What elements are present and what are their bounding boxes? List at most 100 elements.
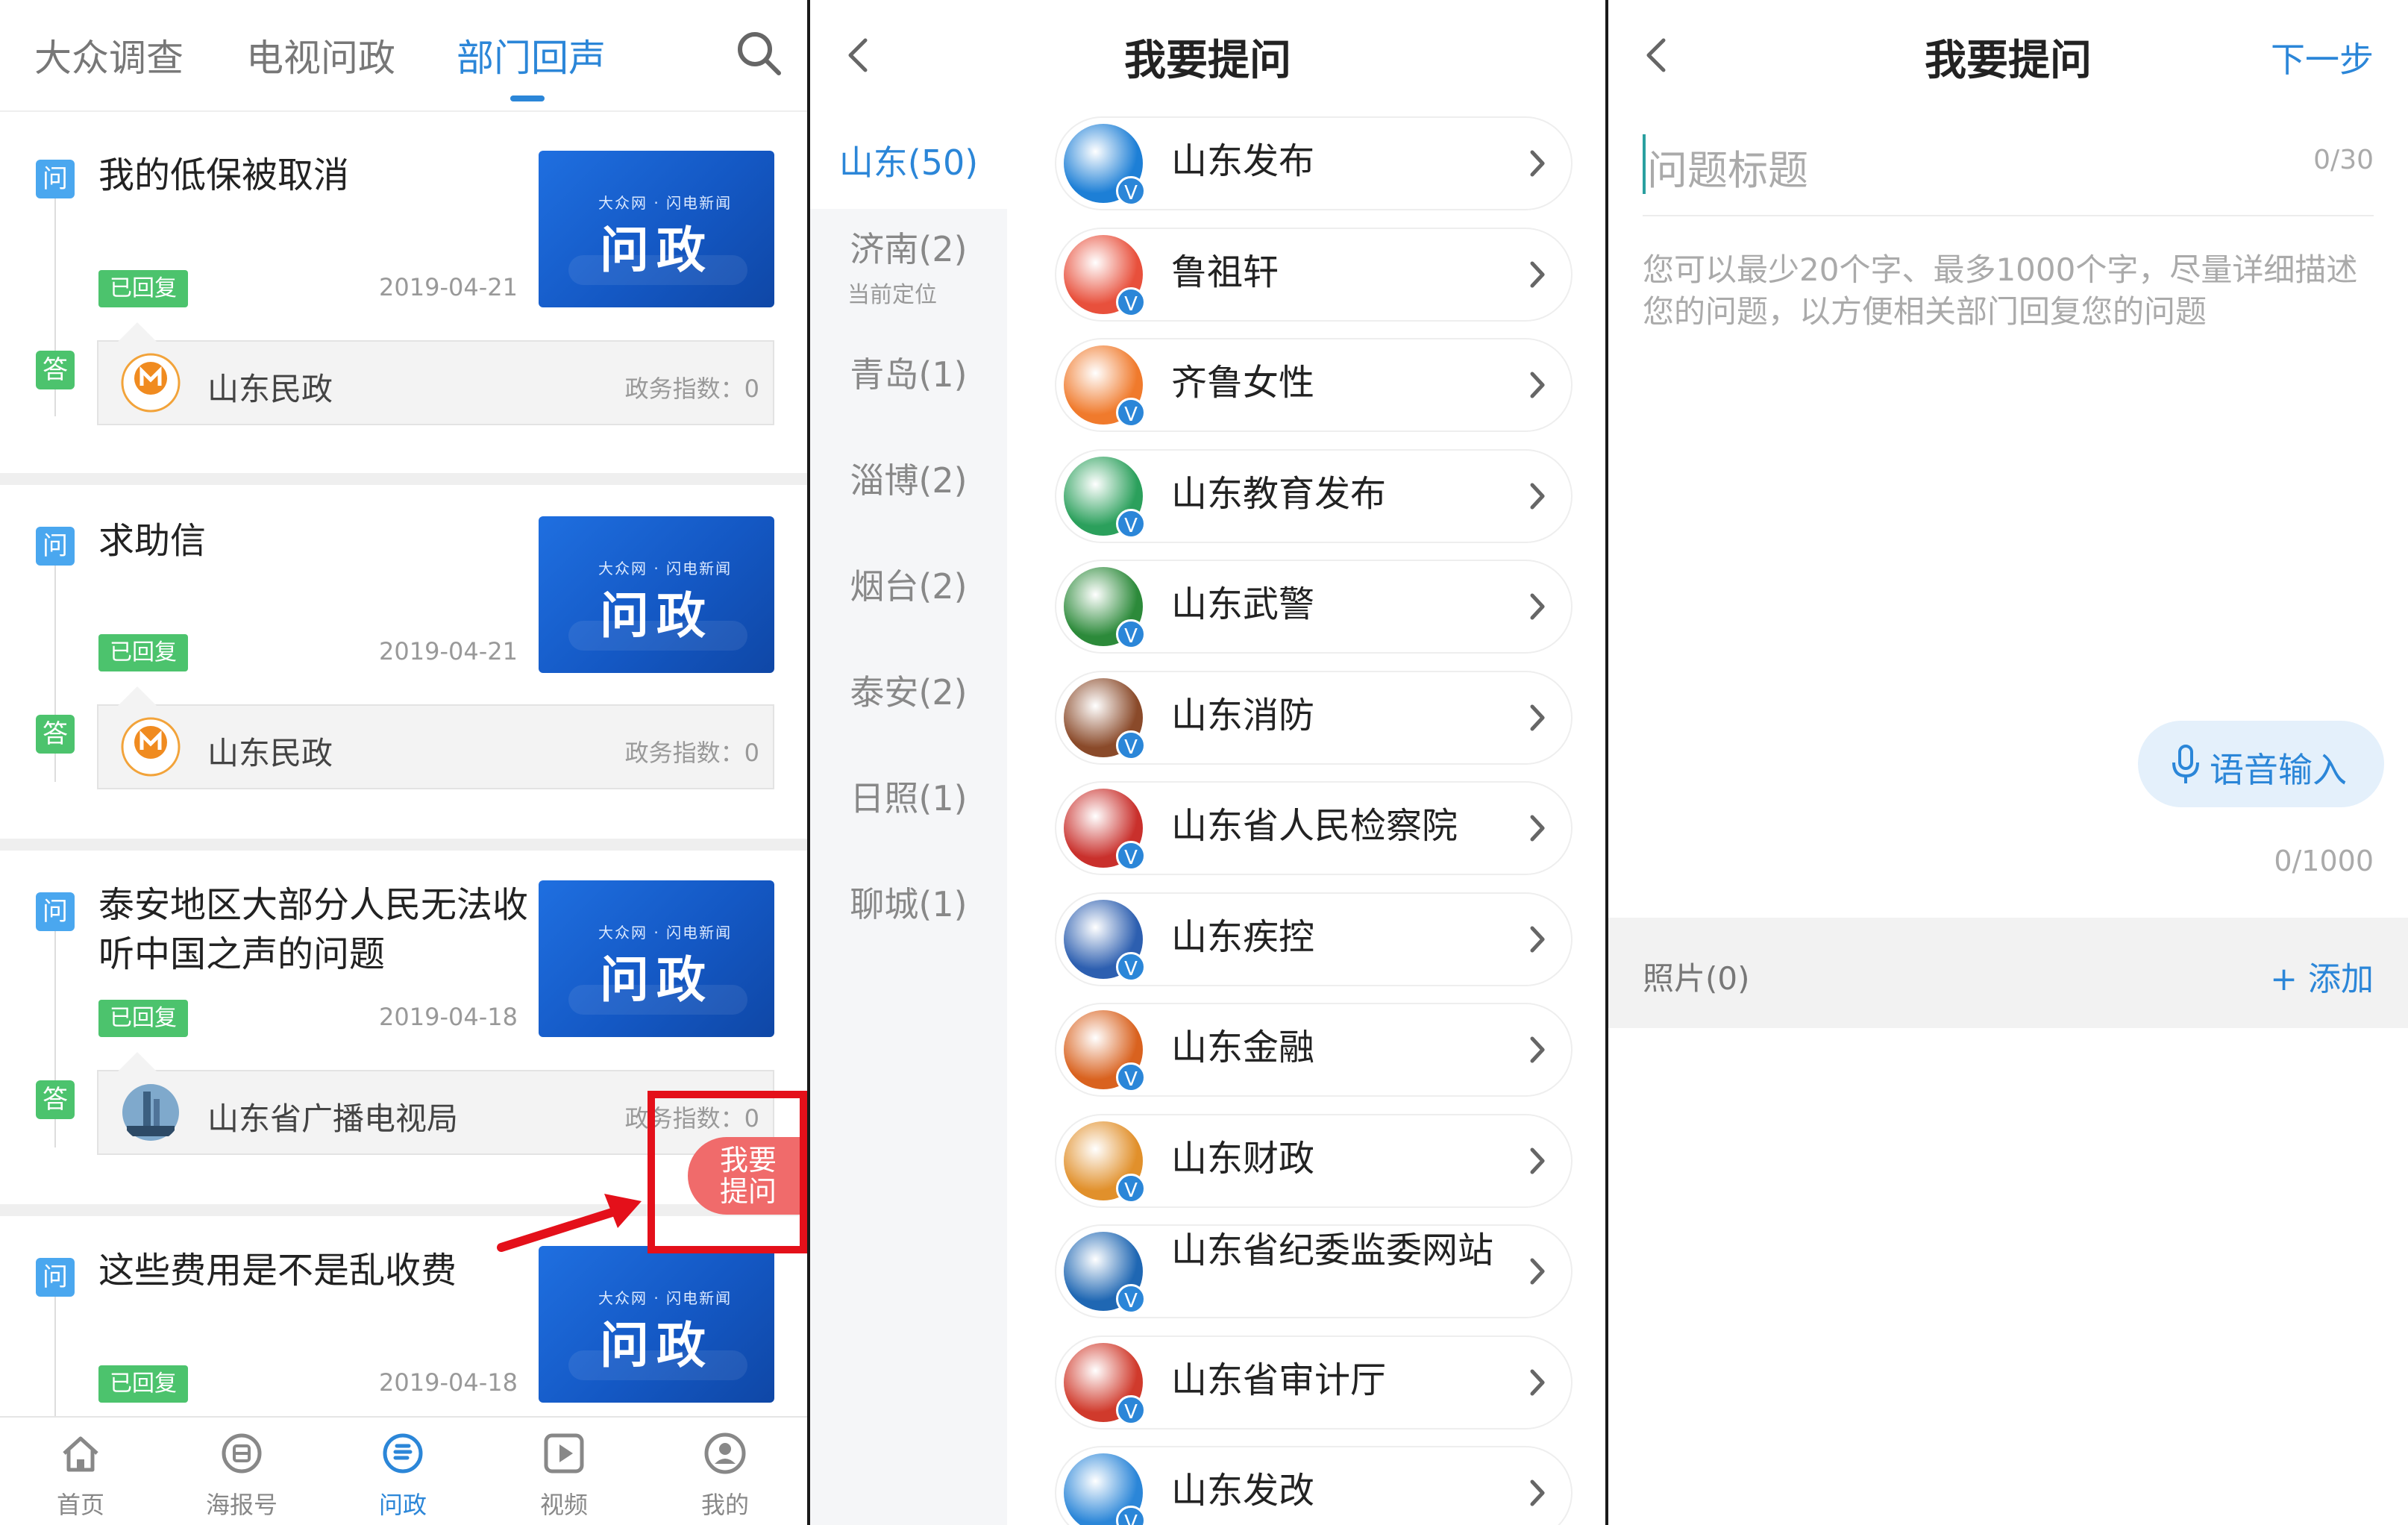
department-item[interactable]: V 山东教育发布	[1056, 451, 1571, 542]
poster-icon	[222, 1433, 262, 1474]
question-date: 2019-04-18	[379, 1368, 518, 1397]
nav-profile[interactable]: 我的	[645, 1418, 806, 1525]
question-thumbnail: 大众网 · 闪电新闻 问政	[539, 151, 774, 307]
chevron-right-icon	[1530, 1147, 1545, 1174]
region-item-liaocheng[interactable]: 聊城(1)	[810, 877, 1007, 927]
question-tag: 问	[36, 160, 75, 198]
photo-count-label: 照片(0)	[1643, 960, 1750, 997]
region-item-zibo[interactable]: 淄博(2)	[810, 454, 1007, 503]
verified-badge-icon: V	[1116, 287, 1146, 317]
chevron-right-icon	[1530, 483, 1545, 510]
nav-label: 视频	[539, 1491, 588, 1519]
region-item-qingdao[interactable]: 青岛(1)	[810, 348, 1007, 397]
department-item[interactable]: V 鲁祖轩	[1056, 229, 1571, 320]
answer-org-name: 山东民政	[207, 735, 333, 771]
region-item-shandong[interactable]: 山东(50)	[810, 136, 1007, 185]
nav-label: 海报号	[205, 1491, 278, 1519]
replied-badge: 已回复	[98, 1365, 188, 1403]
thumbnail-brand: 大众网 · 闪电新闻	[598, 1289, 733, 1307]
voice-input-button[interactable]: 语音输入	[2138, 721, 2384, 807]
question-body-input[interactable]: 您可以最少20个字、最多1000个字，尽量详细描述您的问题，以方便相关部门回复您…	[1643, 249, 2374, 333]
home-icon	[63, 1436, 98, 1472]
department-name: 山东发布	[1171, 140, 1315, 182]
nav-home[interactable]: 首页	[0, 1418, 161, 1525]
region-item-jinan[interactable]: 济南(2)	[810, 222, 1007, 272]
question-card[interactable]: 问 我的低保被取消 大众网 · 闪电新闻 问政 已回复 2019-04-21 答…	[0, 113, 807, 473]
department-item[interactable]: V 山东省审计厅	[1056, 1337, 1571, 1428]
chevron-right-icon	[1530, 1479, 1545, 1506]
department-item[interactable]: V 山东省人民检察院	[1056, 783, 1571, 874]
tab-tv-inquiry[interactable]: 电视问政	[246, 28, 395, 82]
region-item-yantai[interactable]: 烟台(2)	[810, 560, 1007, 609]
nav-label: 我的	[700, 1491, 749, 1519]
department-name: 齐鲁女性	[1171, 362, 1315, 404]
nav-poster[interactable]: 海报号	[161, 1418, 322, 1525]
text-cursor	[1643, 134, 1646, 194]
question-title[interactable]: 这些费用是不是乱收费	[98, 1246, 531, 1295]
fab-label-line2: 提问	[719, 1175, 777, 1208]
thumbnail-brand: 大众网 · 闪电新闻	[598, 560, 733, 577]
question-date: 2019-04-21	[379, 273, 518, 301]
replied-badge: 已回复	[98, 270, 188, 307]
question-thumbnail: 大众网 · 闪电新闻 问政	[539, 516, 774, 673]
verified-badge-icon: V	[1116, 509, 1146, 539]
tab-department-response[interactable]: 部门回声	[457, 28, 606, 82]
question-title[interactable]: 求助信	[98, 516, 531, 566]
question-card[interactable]: 问 求助信 大众网 · 闪电新闻 问政 已回复 2019-04-21 答 山东民…	[0, 485, 807, 839]
top-tab-bar: 大众调查 电视问政 部门回声	[0, 0, 807, 112]
chevron-right-icon	[1530, 150, 1545, 177]
nav-video[interactable]: 视频	[483, 1418, 645, 1525]
question-feed-panel: 大众调查 电视问政 部门回声 问 我的低保被取消 大众网 · 闪电新闻 问政 已…	[0, 0, 807, 1525]
question-title[interactable]: 泰安地区大部分人民无法收听中国之声的问题	[98, 880, 531, 979]
verified-badge-icon: V	[1116, 1506, 1146, 1525]
department-name: 山东省纪委监委网站	[1171, 1230, 1494, 1271]
question-title[interactable]: 我的低保被取消	[98, 151, 531, 200]
department-name: 鲁祖轩	[1171, 251, 1279, 293]
region-item-taian[interactable]: 泰安(2)	[810, 666, 1007, 715]
answer-box[interactable]: 山东民政 政务指数：0	[97, 686, 774, 789]
add-photo-button[interactable]: + 添加	[2270, 952, 2374, 1000]
thread-line	[54, 1297, 56, 1416]
department-name: 山东武警	[1171, 583, 1315, 625]
department-item[interactable]: V 山东财政	[1056, 1115, 1571, 1206]
chevron-right-icon	[1530, 815, 1545, 842]
verified-badge-icon: V	[1116, 176, 1146, 206]
next-step-button[interactable]: 下一步	[2271, 33, 2374, 82]
department-name: 山东发改	[1171, 1470, 1315, 1512]
department-item[interactable]: V 山东消防	[1056, 672, 1571, 763]
answer-tag: 答	[36, 351, 75, 389]
thumbnail-brand: 大众网 · 闪电新闻	[598, 924, 733, 942]
department-item[interactable]: V 山东武警	[1056, 561, 1571, 652]
question-tag: 问	[36, 527, 75, 566]
chevron-right-icon	[1530, 1258, 1545, 1285]
question-thumbnail: 大众网 · 闪电新闻 问政	[539, 880, 774, 1037]
nav-ask[interactable]: 问政	[322, 1418, 483, 1525]
ask-icon	[383, 1433, 423, 1474]
department-item[interactable]: V 山东发改	[1056, 1447, 1571, 1525]
department-item[interactable]: V 山东发布	[1056, 118, 1571, 209]
microphone-icon	[2172, 745, 2199, 783]
fab-label-line1: 我要	[719, 1144, 777, 1177]
civil-affairs-logo-icon	[121, 353, 181, 413]
answer-box[interactable]: 山东民政 政务指数：0	[97, 322, 774, 425]
region-item-rizhao[interactable]: 日照(1)	[810, 771, 1007, 821]
search-icon[interactable]	[733, 27, 785, 79]
verified-badge-icon: V	[1116, 1395, 1146, 1425]
question-tag: 问	[36, 892, 75, 931]
department-item[interactable]: V 山东疾控	[1056, 894, 1571, 985]
ask-question-fab[interactable]: 我要 提问	[688, 1137, 800, 1215]
chevron-right-icon	[1530, 261, 1545, 288]
chevron-right-icon	[1530, 593, 1545, 620]
verified-badge-icon: V	[1116, 398, 1146, 428]
body-char-count: 0/1000	[2274, 845, 2374, 877]
chevron-right-icon	[1530, 372, 1545, 398]
chevron-right-icon	[1530, 1036, 1545, 1063]
gov-index: 政务指数：0	[624, 375, 759, 403]
department-item[interactable]: V 山东省纪委监委网站	[1056, 1226, 1571, 1317]
title-placeholder: 问题标题	[1647, 147, 1808, 194]
current-location-note: 当前定位	[847, 282, 937, 308]
department-item[interactable]: V 齐鲁女性	[1056, 339, 1571, 430]
department-item[interactable]: V 山东金融	[1056, 1004, 1571, 1095]
active-tab-indicator	[510, 95, 545, 101]
tab-public-survey[interactable]: 大众调查	[34, 28, 184, 82]
